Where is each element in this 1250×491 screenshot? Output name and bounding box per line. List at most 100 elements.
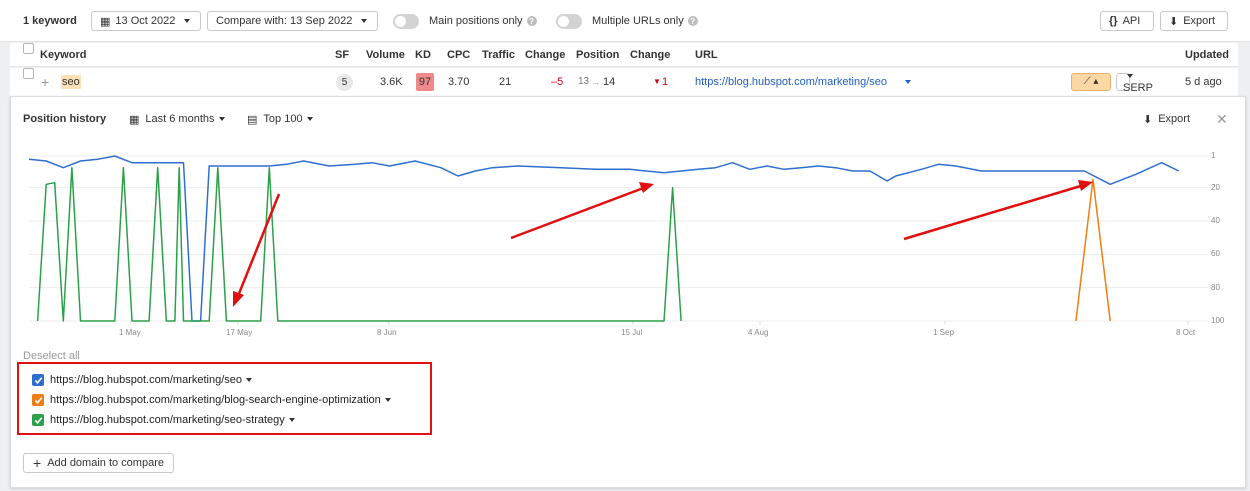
col-kd[interactable]: KD	[415, 43, 431, 67]
chevron-down-icon	[361, 19, 368, 23]
multiple-urls-label: Multiple URLs only	[592, 15, 684, 27]
col-keyword[interactable]: Keyword	[40, 43, 86, 67]
sf-badge[interactable]: 5	[336, 74, 353, 91]
col-position-change[interactable]: Change	[630, 43, 670, 67]
checkbox-checked-icon[interactable]	[32, 414, 44, 426]
url-link[interactable]: https://blog.hubspot.com/marketing/seo	[695, 68, 887, 96]
api-button[interactable]: {} API	[1100, 11, 1154, 31]
help-icon[interactable]: ?	[687, 16, 698, 26]
date-picker-button[interactable]: ▦ 13 Oct 2022	[91, 11, 201, 31]
col-url[interactable]: URL	[695, 43, 718, 67]
chevron-down-icon[interactable]	[384, 398, 391, 402]
series-line-1	[1075, 178, 1111, 322]
col-change[interactable]: Change	[525, 43, 565, 67]
volume-cell: 3.6K	[380, 76, 403, 88]
legend-url: https://blog.hubspot.com/marketing/blog-…	[50, 394, 381, 406]
table-header: Keyword SF Volume KD CPC Traffic Change …	[10, 43, 1238, 67]
chevron-down-icon	[1127, 74, 1133, 78]
position-from: 13	[578, 76, 590, 87]
series-line-0	[28, 155, 1180, 322]
traffic-change-cell: –5	[551, 76, 564, 88]
close-icon[interactable]: ✕	[1216, 111, 1228, 127]
series-line-2	[36, 166, 682, 322]
download-icon: ⬇	[1143, 113, 1153, 126]
legend-annotation-box: https://blog.hubspot.com/marketing/seo h…	[17, 362, 432, 435]
x-tick-label: 8 Jun	[377, 328, 397, 337]
chevron-down-icon[interactable]	[905, 80, 911, 84]
annotation-arrowhead-1	[233, 291, 244, 307]
checkbox-checked-icon[interactable]	[32, 394, 44, 406]
legend-item-seo-strategy[interactable]: https://blog.hubspot.com/marketing/seo-s…	[32, 412, 295, 428]
y-tick-label: 40	[1211, 216, 1220, 225]
table-row: + seo 5 3.6K 97 3.70 21 –5 13 → 14 ▼ 1 h…	[10, 68, 1238, 96]
legend-url: https://blog.hubspot.com/marketing/seo	[50, 374, 242, 386]
panel-export-label: Export	[1158, 113, 1191, 125]
annotation-arrow-1	[234, 193, 281, 302]
top-label: Top 100	[263, 113, 303, 125]
chevron-down-icon	[218, 117, 225, 121]
main-positions-toggle[interactable]	[393, 13, 419, 29]
annotation-arrow-2	[510, 185, 647, 240]
y-tick-label: 20	[1211, 182, 1220, 192]
api-label: API	[1122, 15, 1141, 27]
position-chart	[28, 155, 1211, 325]
help-icon[interactable]: ?	[526, 16, 537, 26]
braces-icon: {}	[1109, 15, 1118, 27]
col-traffic[interactable]: Traffic	[482, 43, 515, 67]
x-tick-label: 15 Jul	[621, 328, 643, 337]
chevron-down-icon[interactable]	[288, 418, 295, 422]
chevron-down-icon	[184, 19, 191, 23]
top-toolbar: 1 keyword ▦ 13 Oct 2022 Compare with: 13…	[0, 0, 1250, 42]
main-positions-toggle-group: Main positions only ?	[393, 11, 537, 31]
position-change-cell: 1	[662, 76, 669, 88]
y-tick-label: 80	[1211, 282, 1220, 292]
chevron-down-icon[interactable]	[246, 378, 252, 382]
panel-export-button[interactable]: ⬇ Export	[1143, 112, 1190, 126]
calendar-icon: ▦	[100, 15, 111, 28]
keyword-count: 1 keyword	[23, 15, 77, 27]
annotation-arrowhead-3	[1078, 180, 1093, 191]
col-position[interactable]: Position	[576, 43, 619, 67]
y-tick-label: 100	[1211, 316, 1225, 325]
updated-cell: 5 d ago	[1185, 76, 1222, 88]
top-dropdown[interactable]: ▤ Top 100	[247, 112, 313, 126]
calendar-icon: ▦	[129, 113, 140, 126]
col-updated[interactable]: Updated	[1185, 43, 1229, 67]
x-tick-label: 17 May	[226, 328, 253, 337]
table-icon: ▤	[247, 113, 258, 126]
col-volume[interactable]: Volume	[366, 43, 405, 67]
period-label: Last 6 months	[145, 113, 215, 125]
add-domain-button[interactable]: + Add domain to compare	[23, 453, 174, 473]
x-tick-label: 8 Oct	[1176, 328, 1196, 337]
keyword-cell[interactable]: seo	[61, 75, 81, 89]
y-tick-label: 1	[1211, 151, 1216, 160]
multiple-urls-toggle-group: Multiple URLs only ?	[556, 11, 698, 31]
kd-badge: 97	[416, 73, 434, 91]
compare-label: Compare with: 13 Sep 2022	[216, 15, 353, 27]
checkbox-checked-icon[interactable]	[32, 374, 44, 386]
serp-button[interactable]: SERP	[1116, 73, 1153, 94]
col-cpc[interactable]: CPC	[447, 43, 470, 67]
legend-item-blog-seo[interactable]: https://blog.hubspot.com/marketing/blog-…	[32, 392, 391, 408]
add-domain-label: Add domain to compare	[47, 457, 164, 469]
compare-date-button[interactable]: Compare with: 13 Sep 2022	[207, 11, 378, 31]
x-tick-label: 4 Aug	[748, 328, 769, 337]
chart-toggle-button[interactable]: ⟋ ▴	[1071, 73, 1111, 91]
cpc-cell: 3.70	[448, 76, 470, 88]
main-positions-label: Main positions only	[429, 15, 523, 27]
plus-icon[interactable]: +	[41, 68, 49, 96]
multiple-urls-toggle[interactable]	[556, 13, 582, 29]
export-button[interactable]: ⬇ Export	[1160, 11, 1228, 31]
deselect-all-link[interactable]: Deselect all	[23, 350, 80, 362]
download-icon: ⬇	[1169, 15, 1179, 28]
traffic-cell: 21	[499, 76, 512, 88]
legend-item-seo[interactable]: https://blog.hubspot.com/marketing/seo	[32, 372, 252, 388]
export-label: Export	[1183, 15, 1216, 27]
date-label: 13 Oct 2022	[115, 15, 176, 27]
arrow-right-icon: →	[591, 77, 600, 87]
period-dropdown[interactable]: ▦ Last 6 months	[129, 112, 225, 126]
panel-title: Position history	[23, 113, 107, 125]
position-history-panel: Position history ▦ Last 6 months ▤ Top 1…	[10, 96, 1246, 488]
plus-icon: +	[33, 455, 42, 471]
col-sf[interactable]: SF	[335, 43, 349, 67]
